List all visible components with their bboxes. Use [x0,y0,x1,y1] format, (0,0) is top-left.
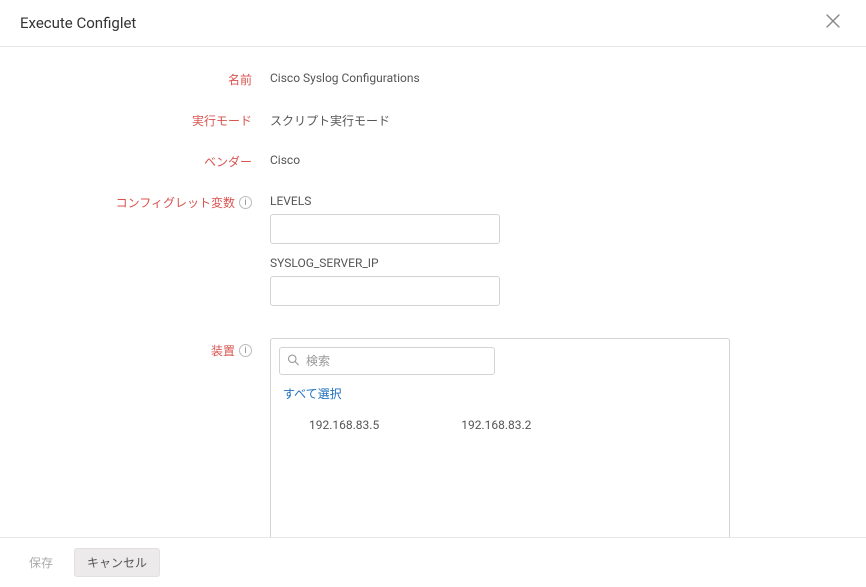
dialog-title: Execute Configlet [20,14,136,32]
label-vars-text: コンフィグレット変数 [116,194,235,211]
device-search-wrap [279,347,495,375]
value-name: Cisco Syslog Configurations [270,67,826,85]
device-item[interactable]: 192.168.83.2 [435,414,557,537]
label-vendor: ベンダー [40,149,270,170]
row-devices: 装置 i すべて選択 192.168.83.5 192.168.83.2 [40,338,826,537]
save-button[interactable]: 保存 [16,548,66,577]
info-icon[interactable]: i [239,196,252,209]
close-icon [826,12,840,33]
label-devices: 装置 i [40,338,270,359]
vars-container: LEVELS SYSLOG_SERVER_IP [270,190,826,318]
dialog-footer: 保存 キャンセル [0,537,866,587]
devices-box: すべて選択 192.168.83.5 192.168.83.2 [270,338,730,537]
info-icon[interactable]: i [239,344,252,357]
row-vendor: ベンダー Cisco [40,149,826,170]
row-vars: コンフィグレット変数 i LEVELS SYSLOG_SERVER_IP [40,190,826,318]
var-block-1: SYSLOG_SERVER_IP [270,256,826,306]
label-vars: コンフィグレット変数 i [40,190,270,211]
row-mode: 実行モード スクリプト実行モード [40,108,826,129]
devices-value: すべて選択 192.168.83.5 192.168.83.2 [270,338,826,537]
device-item[interactable]: 192.168.83.5 [283,414,405,537]
value-vendor: Cisco [270,149,826,167]
dialog-header: Execute Configlet [0,0,866,47]
var-name-0: LEVELS [270,194,826,208]
dialog-content: 名前 Cisco Syslog Configurations 実行モード スクリ… [0,47,866,537]
select-all-link[interactable]: すべて選択 [279,383,346,404]
var-input-1[interactable] [270,276,500,306]
device-list: 192.168.83.5 192.168.83.2 [279,410,721,537]
var-name-1: SYSLOG_SERVER_IP [270,256,826,270]
label-name: 名前 [40,67,270,88]
device-search-input[interactable] [279,347,495,375]
label-mode: 実行モード [40,108,270,129]
cancel-button[interactable]: キャンセル [74,548,160,577]
row-name: 名前 Cisco Syslog Configurations [40,67,826,88]
label-devices-text: 装置 [211,342,235,359]
value-mode: スクリプト実行モード [270,108,826,129]
close-button[interactable] [820,12,846,34]
var-block-0: LEVELS [270,194,826,244]
var-input-0[interactable] [270,214,500,244]
